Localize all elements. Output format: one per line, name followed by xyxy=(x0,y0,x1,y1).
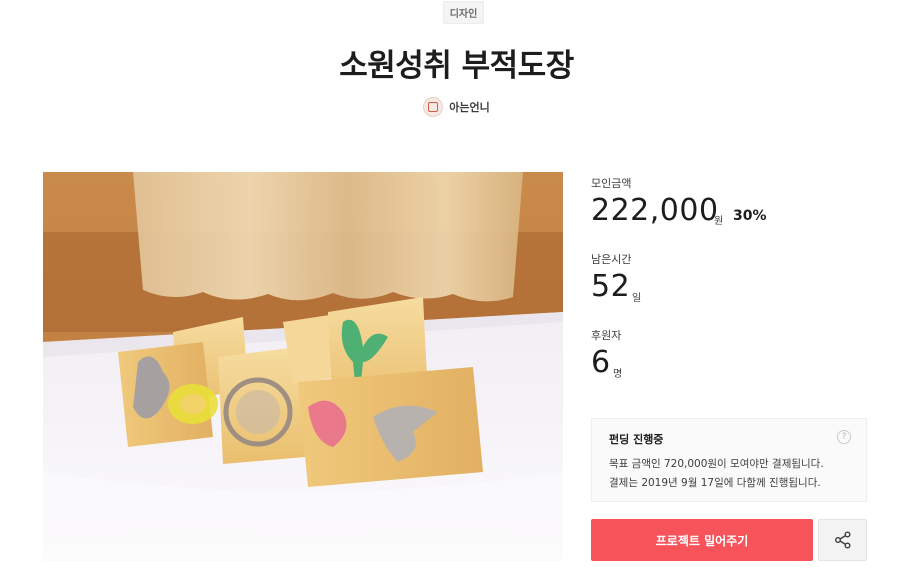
support-button-label: 프로젝트 밀어주기 xyxy=(655,533,749,548)
backers-count: 6 xyxy=(591,345,611,380)
notice-goal-text: 목표 금액인 720,000원이 모여야만 결제됩니다. xyxy=(609,458,824,470)
project-title: 소원성취 부적도장 xyxy=(339,48,574,84)
share-icon xyxy=(834,531,850,549)
funded-unit: 원 xyxy=(714,216,724,227)
project-hero-image xyxy=(43,172,563,562)
notice-payment-text: 결제는 2019년 9월 17일에 다함께 진행됩니다. xyxy=(609,477,821,489)
share-button[interactable] xyxy=(818,519,867,561)
question-icon[interactable]: ? xyxy=(837,430,851,444)
funded-percent: 30% xyxy=(733,208,767,224)
backers-label: 후원자 xyxy=(591,329,622,342)
category-tag[interactable]: 디자인 xyxy=(443,1,484,24)
remaining-days: 52 xyxy=(591,269,631,304)
funding-notice: 펀딩 진행중 ? 목표 금액인 720,000원이 모여야만 결제됩니다. 결제… xyxy=(591,418,867,502)
category-label: 디자인 xyxy=(449,9,478,20)
avatar xyxy=(423,97,444,117)
remaining-time-label: 남은시간 xyxy=(591,253,632,266)
funded-label: 모인금액 xyxy=(591,177,632,190)
creator-info[interactable]: 아는언니 xyxy=(0,97,913,117)
remaining-unit: 일 xyxy=(632,293,642,304)
support-project-button[interactable]: 프로젝트 밀어주기 xyxy=(591,519,813,561)
creator-name: 아는언니 xyxy=(449,101,490,114)
notice-title: 펀딩 진행중 xyxy=(609,433,664,446)
funded-amount: 222,000 xyxy=(591,193,719,228)
backers-unit: 명 xyxy=(613,369,623,380)
